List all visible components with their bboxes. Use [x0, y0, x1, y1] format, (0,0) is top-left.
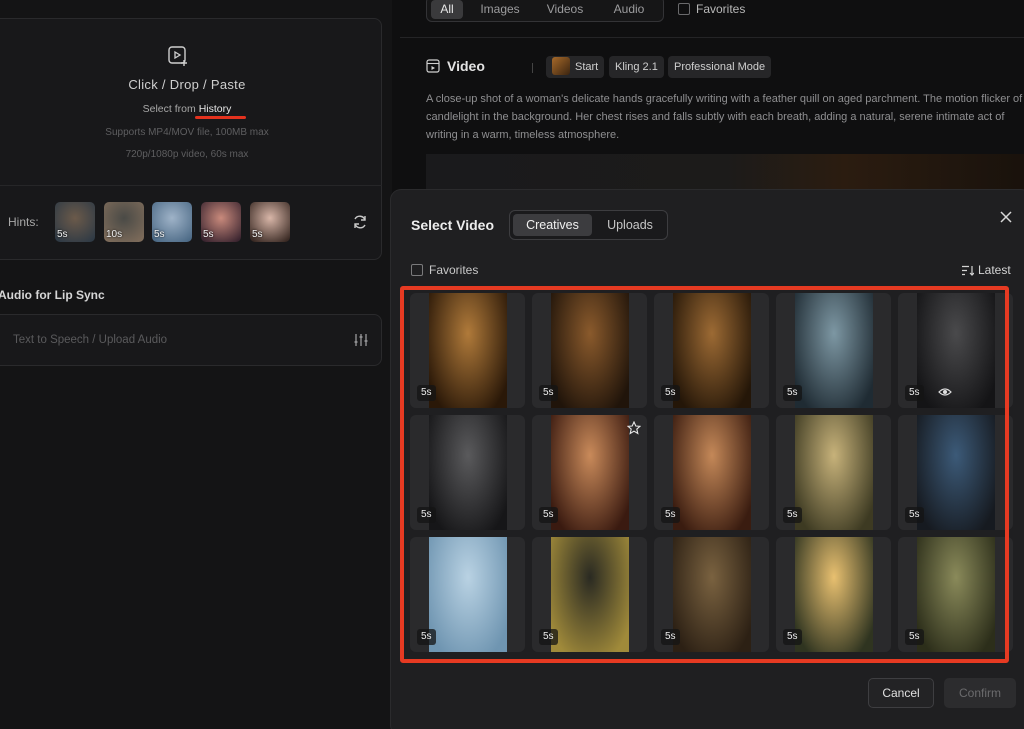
hint-thumbnail[interactable]: 5s [152, 202, 192, 242]
video-icon [426, 59, 440, 73]
grid-highlight-frame [400, 286, 1009, 663]
history-highlight-underline [195, 116, 246, 119]
tab-audio[interactable]: Audio [603, 0, 655, 19]
checkbox[interactable] [411, 264, 423, 276]
select-from-label: Select from [142, 103, 196, 115]
refresh-icon[interactable] [352, 214, 368, 230]
hints-label: Hints: [8, 215, 39, 229]
prompt-text: A close-up shot of a woman's delicate ha… [426, 93, 1023, 141]
confirm-button[interactable]: Confirm [944, 678, 1016, 708]
upload-support-resolution: 720p/1080p video, 60s max [125, 149, 249, 160]
favorites-label: Favorites [696, 2, 746, 16]
audio-placeholder: Text to Speech / Upload Audio [13, 334, 168, 346]
sort-dropdown[interactable]: Latest [961, 263, 1011, 277]
duration-label: 5s [57, 229, 68, 240]
checkbox[interactable] [678, 3, 690, 15]
upload-title: Click / Drop / Paste [128, 77, 246, 92]
source-toggle: Creatives Uploads [509, 210, 668, 240]
tab-uploads[interactable]: Uploads [594, 214, 666, 236]
model-chip[interactable]: Kling 2.1 [609, 56, 664, 78]
video-add-icon [167, 45, 189, 67]
history-link[interactable]: History [199, 103, 232, 115]
favorites-label: Favorites [429, 263, 479, 277]
tab-creatives[interactable]: Creatives [513, 214, 592, 236]
video-preview [426, 154, 1024, 194]
close-icon[interactable] [999, 210, 1013, 224]
duration-label: 10s [106, 229, 123, 240]
tab-all[interactable]: All [431, 0, 463, 19]
hint-thumbnail[interactable]: 10s [104, 202, 144, 242]
duration-label: 5s [203, 229, 214, 240]
duration-label: 5s [154, 229, 165, 240]
chip-label: Start [575, 61, 599, 73]
upload-support-format: Supports MP4/MOV file, 100MB max [105, 127, 269, 138]
hint-thumbnail[interactable]: 5s [55, 202, 95, 242]
upload-panel: Click / Drop / Paste Select from History … [0, 0, 392, 729]
hint-thumbnail[interactable]: 5s [250, 202, 290, 242]
cancel-button[interactable]: Cancel [868, 678, 934, 708]
select-from-line: Select from History [0, 103, 383, 115]
select-video-modal: Select Video Creatives Uploads Favorites… [391, 190, 1024, 729]
start-frame-chip[interactable]: Start [546, 56, 605, 78]
modal-title: Select Video [411, 217, 495, 233]
tab-images[interactable]: Images [473, 0, 527, 19]
divider [532, 63, 533, 73]
audio-input[interactable]: Text to Speech / Upload Audio [0, 314, 382, 366]
mode-chip[interactable]: Professional Mode [668, 56, 772, 78]
start-frame-thumbnail [552, 57, 570, 75]
tab-videos[interactable]: Videos [537, 0, 593, 19]
sort-icon [962, 265, 975, 276]
sort-label: Latest [978, 263, 1011, 277]
favorites-filter[interactable]: Favorites [411, 263, 478, 277]
hint-thumbnail[interactable]: 5s [201, 202, 241, 242]
audio-section-title: Audio for Lip Sync [0, 288, 105, 302]
divider [400, 37, 1024, 38]
video-label: Video [447, 58, 485, 74]
equalizer-icon[interactable] [353, 332, 369, 348]
hints-row: Hints: 5s 10s 5s 5s 5s [0, 186, 382, 260]
filter-tabs: All Images Videos Audio [426, 0, 664, 22]
duration-label: 5s [252, 229, 263, 240]
favorites-filter[interactable]: Favorites [678, 2, 745, 16]
